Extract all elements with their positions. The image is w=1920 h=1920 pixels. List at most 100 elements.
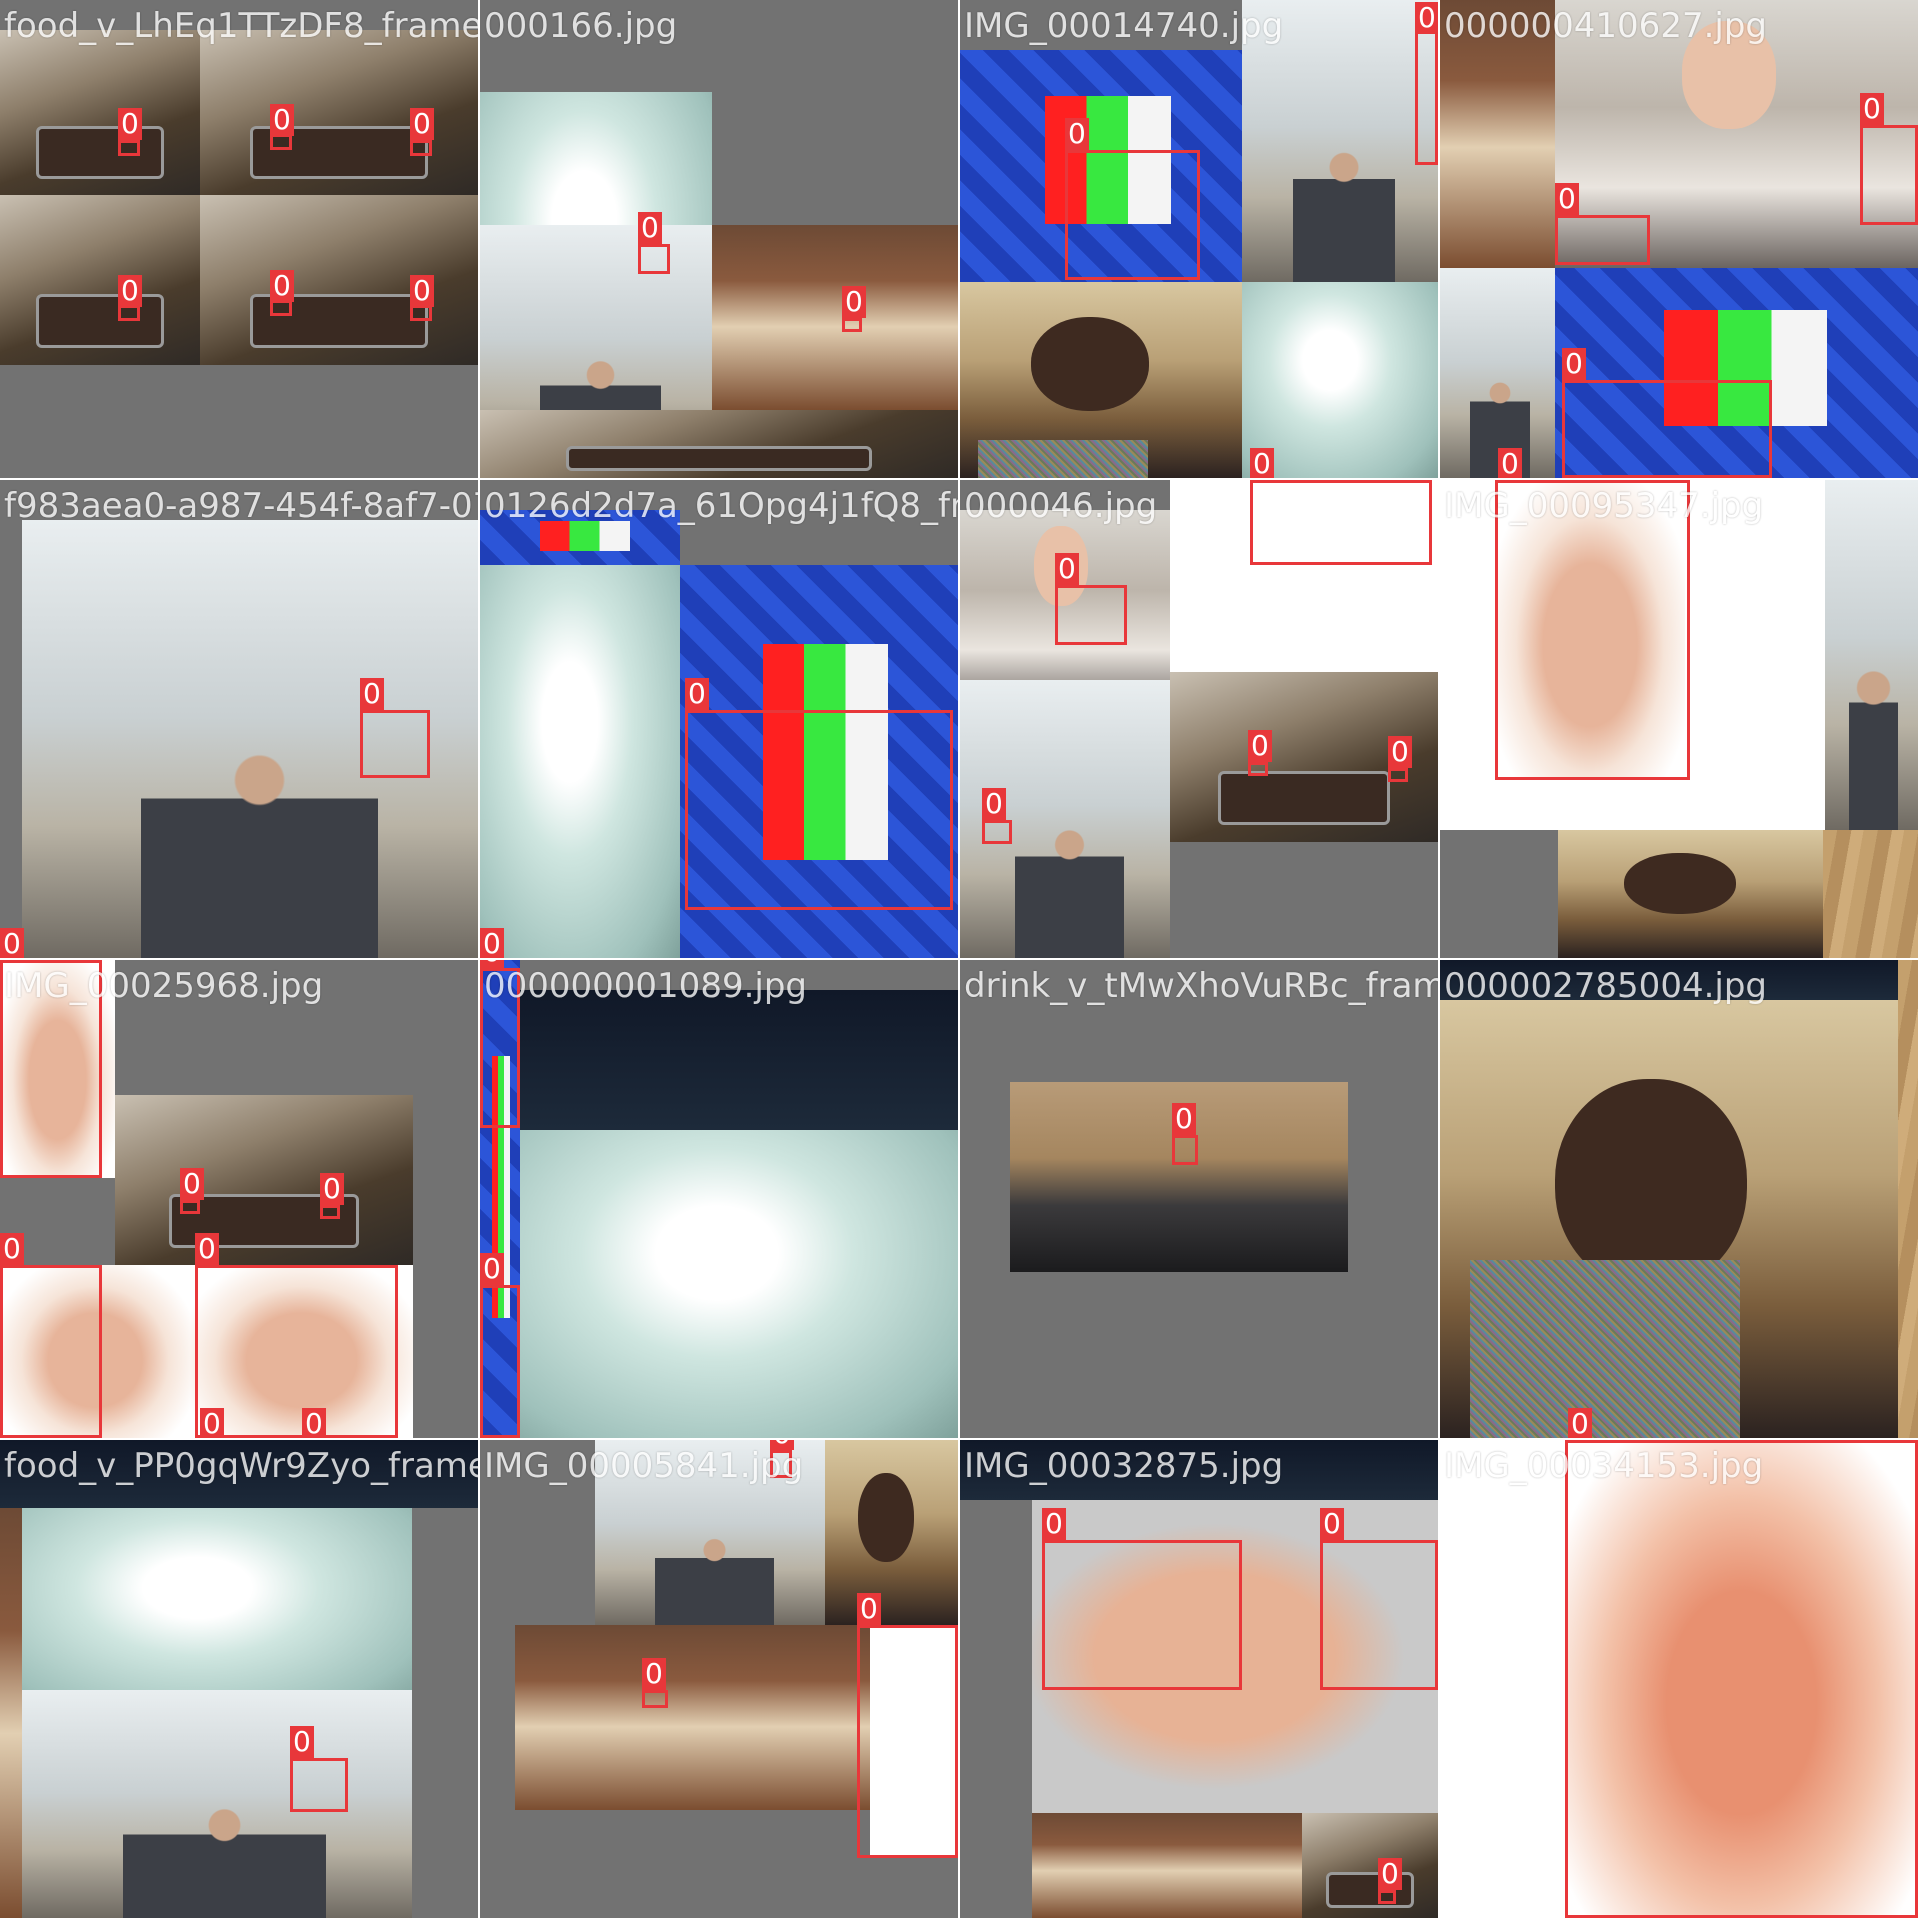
detection-label: 0 — [360, 678, 384, 710]
detection-label: 0 — [842, 286, 866, 318]
detection-box — [1172, 1135, 1198, 1165]
detection-box — [1555, 215, 1650, 265]
detection-box — [1562, 380, 1772, 478]
tile-title: 000002785004.jpg — [1444, 966, 1767, 1006]
detection-box — [1378, 1890, 1396, 1904]
tile-title: IMG_00095347.jpg — [1444, 486, 1764, 526]
tile-title: IMG_00014740.jpg — [964, 6, 1284, 46]
mosaic-tile: 0 IMG_00034153.jpg — [1440, 1440, 1918, 1918]
mosaic-tile: 0 000002785004.jpg — [1440, 960, 1918, 1438]
detection-label: 0 — [1388, 736, 1412, 768]
mosaic-tile: 0 0 0 IMG_00005841.jpg — [480, 1440, 958, 1918]
detection-label: 0 — [480, 1253, 504, 1285]
photo-kitchen — [200, 30, 478, 195]
detection-label: 0 — [302, 1408, 326, 1438]
photo-counter — [515, 1625, 870, 1810]
tile-title: 000046.jpg — [964, 486, 1158, 526]
detection-box — [685, 710, 953, 910]
detection-box — [320, 1205, 340, 1219]
detection-box — [1042, 1540, 1242, 1690]
detection-box — [1565, 1440, 1918, 1918]
photo-kitchen — [115, 1095, 413, 1265]
photo-kitchen — [0, 30, 200, 195]
detection-box — [1248, 762, 1268, 776]
photo-ceiling — [520, 1130, 958, 1438]
detection-box — [1388, 768, 1408, 782]
detection-box — [360, 710, 430, 778]
detection-box — [118, 305, 140, 321]
tile-title: food_v_PP0gqWr9Zyo_frame — [4, 1446, 478, 1486]
photo-kitchen — [480, 410, 958, 478]
detection-label: 0 — [1415, 2, 1438, 34]
photo-wood — [1898, 960, 1918, 1438]
detection-label: 0 — [1568, 1408, 1592, 1438]
detection-label: 0 — [118, 275, 142, 307]
photo-ceiling — [22, 1508, 412, 1708]
detection-label: 0 — [1065, 118, 1089, 150]
detection-label: 0 — [480, 928, 504, 958]
mosaic-tile: 0 0 0126d2d7a_61Opg4j1fQ8_frame — [480, 480, 958, 958]
detection-box — [857, 1625, 958, 1858]
detection-label: 0 — [410, 108, 434, 140]
mosaic-tile: 0 drink_v_tMwXhoVuRBc_frame — [960, 960, 1438, 1438]
mosaic-tile: 0 0 0 IMG_00014740.jpg — [960, 0, 1438, 478]
mosaic-tile: 0 0 f983aea0-a987-454f-8af7-07 — [0, 480, 478, 958]
detection-box — [480, 1285, 520, 1438]
photo-ceiling — [480, 565, 680, 958]
detection-label: 0 — [0, 928, 24, 958]
detection-label: 0 — [270, 104, 294, 136]
mosaic-tile: 0 0 0 0 0 0 IMG_00025968.jpg — [0, 960, 478, 1438]
detection-label: 0 — [320, 1173, 344, 1205]
detection-label: 0 — [638, 212, 662, 244]
photo-kitchen — [200, 195, 478, 365]
mosaic-tile: 0 0 0 0 0 000046.jpg — [960, 480, 1438, 958]
detection-label: 0 — [1042, 1508, 1066, 1540]
detection-label: 0 — [0, 1233, 24, 1265]
tile-title: drink_v_tMwXhoVuRBc_frame — [964, 966, 1438, 1006]
detection-box — [118, 140, 140, 156]
tile-title: f983aea0-a987-454f-8af7-07 — [4, 486, 478, 526]
tile-title: IMG_00034153.jpg — [1444, 1446, 1764, 1486]
tile-title: IMG_00005841.jpg — [484, 1446, 804, 1486]
photo-room — [1440, 268, 1555, 478]
detection-box — [410, 305, 432, 321]
detection-box — [638, 244, 670, 274]
detection-label: 0 — [857, 1593, 881, 1625]
detection-box — [410, 140, 432, 156]
detection-label: 0 — [1250, 480, 1274, 482]
photo-wood — [1823, 830, 1918, 958]
detection-box — [195, 1265, 398, 1438]
photo-bearded-man — [825, 1440, 958, 1625]
detection-label: 0 — [290, 1726, 314, 1758]
detection-box — [1250, 480, 1432, 565]
photo-glass-table — [520, 990, 958, 1130]
detection-label: 0 — [982, 788, 1006, 820]
detection-label: 0 — [1562, 348, 1586, 380]
detection-label: 0 — [685, 678, 709, 710]
photo-room-window — [1825, 480, 1918, 830]
detection-box — [270, 300, 292, 316]
mosaic-grid: 0 0 0 0 0 0 food_v_LhEq1TTzDF8_frame 0 0… — [0, 0, 1920, 1920]
detection-label: 0 — [118, 108, 142, 140]
detection-label: 0 — [1565, 1440, 1589, 1442]
detection-label: 0 — [200, 1408, 224, 1438]
detection-box — [1065, 150, 1200, 280]
mosaic-tile: 0 0 000166.jpg — [480, 0, 958, 478]
detection-label: 0 — [1250, 448, 1274, 478]
detection-label: 0 — [410, 275, 434, 307]
detection-label: 0 — [1498, 448, 1522, 478]
detection-box — [1415, 20, 1438, 165]
photo-counter — [712, 225, 958, 410]
detection-label: 0 — [1248, 730, 1272, 762]
tile-title: 0126d2d7a_61Opg4j1fQ8_frame — [484, 486, 958, 526]
detection-box — [1055, 585, 1127, 645]
detection-label: 0 — [195, 1233, 219, 1265]
detection-box — [1860, 125, 1918, 225]
detection-box — [1320, 1540, 1438, 1690]
photo-kitchen — [1302, 1813, 1438, 1918]
photo-face — [1558, 830, 1823, 958]
mosaic-tile: 0 0 0 0 000000410627.jpg — [1440, 0, 1918, 478]
mosaic-tile: 0 IMG_00095347.jpg — [1440, 480, 1918, 958]
photo-kitchen — [0, 195, 200, 365]
detection-label: 0 — [1378, 1858, 1402, 1890]
